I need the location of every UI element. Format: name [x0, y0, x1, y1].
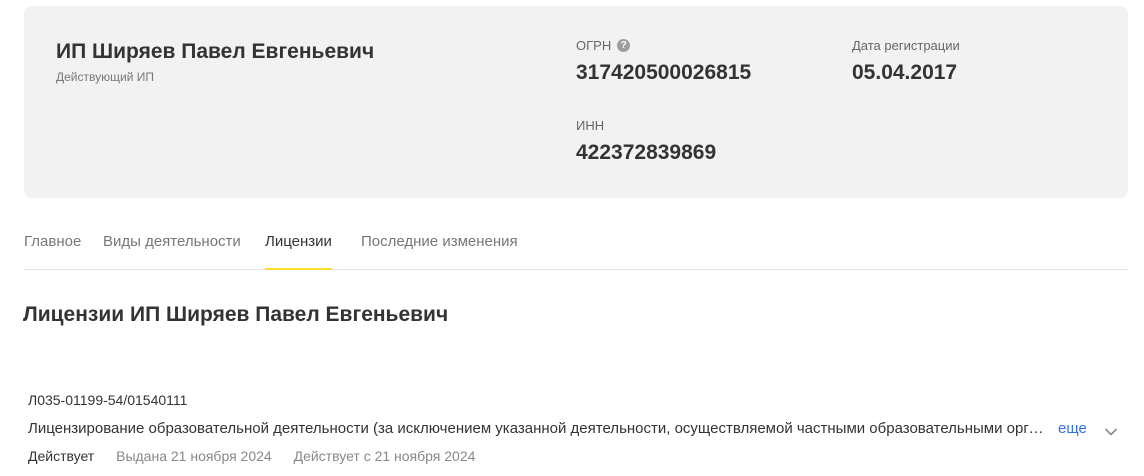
- license-description: Лицензирование образовательной деятельно…: [28, 420, 1050, 437]
- chevron-down-icon[interactable]: [1103, 424, 1119, 440]
- ogrn-label-row: ОГРН ?: [576, 38, 631, 53]
- tab-main[interactable]: Главное: [24, 233, 81, 269]
- tabs-bar: Главное Виды деятельности Лицензии После…: [24, 224, 1128, 270]
- tab-activities[interactable]: Виды деятельности: [103, 233, 241, 269]
- reg-date-value: 05.04.2017: [852, 61, 958, 84]
- more-link[interactable]: еще: [1058, 420, 1087, 437]
- question-circle-icon[interactable]: ?: [617, 39, 631, 52]
- ogrn-value: 317420500026815: [576, 61, 752, 84]
- company-header-card: ИП Ширяев Павел Евгеньевич Действующий И…: [24, 6, 1128, 198]
- inn-label: ИНН: [576, 118, 605, 133]
- license-number: Л035-01199-54/01540111: [28, 392, 188, 408]
- license-status: Действует: [28, 448, 95, 464]
- company-name: ИП Ширяев Павел Евгеньевич: [56, 40, 375, 63]
- license-meta: Действует Выдана 21 ноября 2024 Действуе…: [28, 448, 493, 464]
- company-status: Действующий ИП: [56, 70, 154, 84]
- license-valid-from: Действует с 21 ноября 2024: [293, 448, 476, 464]
- inn-value: 422372839869: [576, 141, 717, 164]
- section-title: Лицензии ИП Ширяев Павел Евгеньевич: [23, 303, 449, 326]
- reg-date-label: Дата регистрации: [852, 38, 960, 53]
- license-description-row: Лицензирование образовательной деятельно…: [28, 420, 1087, 437]
- ogrn-label: ОГРН: [576, 38, 612, 53]
- tab-recent-changes[interactable]: Последние изменения: [361, 233, 518, 269]
- tab-licenses[interactable]: Лицензии: [265, 233, 332, 270]
- license-issued: Выдана 21 ноября 2024: [116, 448, 272, 464]
